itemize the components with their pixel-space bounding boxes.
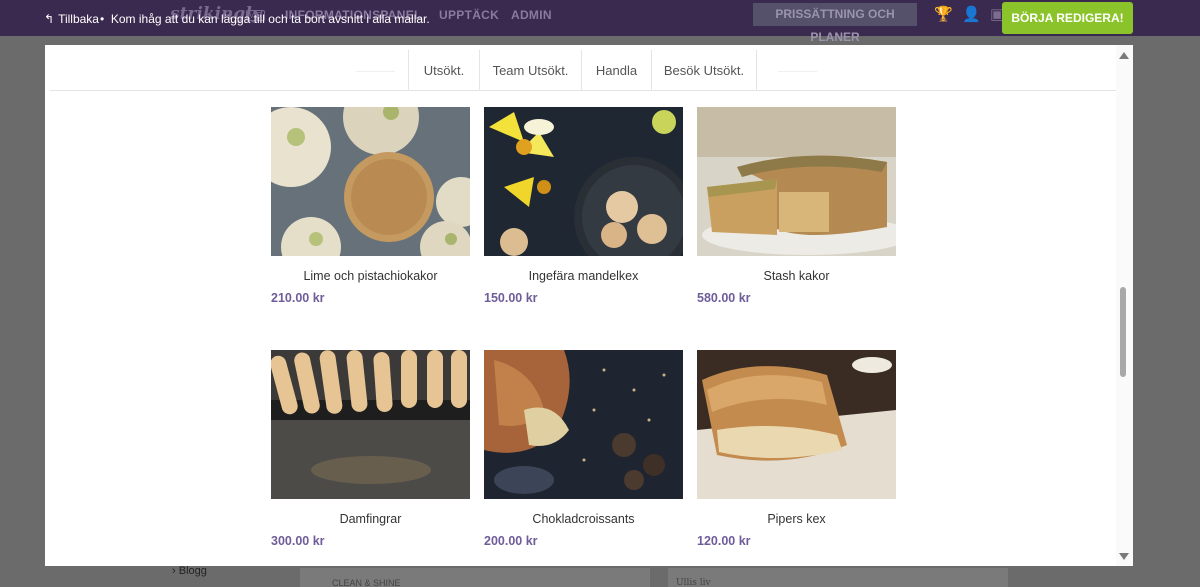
product-card[interactable]: Damfingrar 300.00 kr (271, 350, 470, 548)
tab-besok-utsokt[interactable]: Besök Utsökt. (651, 50, 757, 91)
nav-admin[interactable]: ADMIN (511, 8, 552, 22)
nav-ghost-left: ——— (356, 63, 395, 78)
back-arrow-icon: ↰ (44, 12, 55, 26)
product-price: 580.00 kr (697, 291, 751, 305)
pricing-button[interactable]: PRISSÄTTNING OCH PLANER (753, 3, 917, 44)
site-navigation: ——— Utsökt. Team Utsökt. Handla Besök Ut… (50, 50, 1118, 91)
scroll-down-arrow-icon[interactable] (1119, 553, 1129, 560)
tip-text: Kom ihåg att du kan lägga till och ta bo… (110, 12, 430, 26)
bg-card-title: CLEAN & SHINE (332, 578, 401, 587)
bg-card-title-2: Ullis liv (676, 578, 711, 587)
tab-team-utsokt[interactable]: Team Utsökt. (479, 50, 581, 91)
ginger-almond-photo-icon (484, 107, 683, 256)
scroll-thumb[interactable] (1120, 287, 1126, 377)
product-card[interactable]: Stash kakor 580.00 kr (697, 107, 896, 305)
product-name[interactable]: Stash kakor (697, 269, 896, 283)
tip-separator: • (100, 12, 105, 26)
bg-template-card-2 (668, 568, 1008, 587)
nav-discover[interactable]: UPPTÄCK (439, 8, 499, 22)
cookies-photo-icon (271, 107, 470, 256)
top-app-bar: strikingly VIP INFORMATIONSPANEL UPPTÄCK… (0, 0, 1200, 44)
trophy-icon[interactable]: 🏆 (934, 5, 953, 23)
tab-handla[interactable]: Handla (581, 50, 651, 91)
product-name[interactable]: Chokladcroissants (484, 512, 683, 526)
back-link[interactable]: ↰ Tillbaka (44, 12, 99, 26)
modal-scrollbar[interactable] (1116, 45, 1133, 566)
back-label: Tillbaka (58, 12, 99, 26)
product-card[interactable]: Chokladcroissants 200.00 kr (484, 350, 683, 548)
nav-ghost-right: ——— (778, 63, 817, 78)
chocolate-croissants-photo-icon (484, 350, 683, 499)
product-price: 200.00 kr (484, 534, 538, 548)
product-card[interactable]: Ingefära mandelkex 150.00 kr (484, 107, 683, 305)
product-image[interactable] (484, 107, 683, 256)
product-image[interactable] (484, 350, 683, 499)
start-editing-button[interactable]: BÖRJA REDIGERA! (1002, 2, 1133, 34)
product-card[interactable]: Pipers kex 120.00 kr (697, 350, 896, 548)
product-image[interactable] (271, 350, 470, 499)
product-image[interactable] (697, 350, 896, 499)
template-preview-modal: ——— Utsökt. Team Utsökt. Handla Besök Ut… (45, 45, 1133, 566)
product-price: 120.00 kr (697, 534, 751, 548)
product-price: 210.00 kr (271, 291, 325, 305)
user-icon[interactable]: 👤 (962, 5, 981, 23)
product-name[interactable]: Pipers kex (697, 512, 896, 526)
scroll-up-arrow-icon[interactable] (1119, 52, 1129, 59)
product-image[interactable] (697, 107, 896, 256)
bread-photo-icon (697, 350, 896, 499)
quiche-photo-icon (697, 107, 896, 256)
tip-message: • Kom ihåg att du kan lägga till och ta … (100, 12, 430, 26)
product-image[interactable] (271, 107, 470, 256)
product-name[interactable]: Lime och pistachiokakor (271, 269, 470, 283)
product-price: 150.00 kr (484, 291, 538, 305)
ladyfingers-photo-icon (271, 350, 470, 499)
product-card[interactable]: Lime och pistachiokakor 210.00 kr (271, 107, 470, 305)
product-name[interactable]: Ingefära mandelkex (484, 269, 683, 283)
tab-utsokt[interactable]: Utsökt. (408, 50, 479, 91)
product-name[interactable]: Damfingrar (271, 512, 470, 526)
product-price: 300.00 kr (271, 534, 325, 548)
preview-page: ——— Utsökt. Team Utsökt. Handla Besök Ut… (50, 45, 1118, 566)
bg-blog-link: › Blogg (172, 565, 207, 577)
